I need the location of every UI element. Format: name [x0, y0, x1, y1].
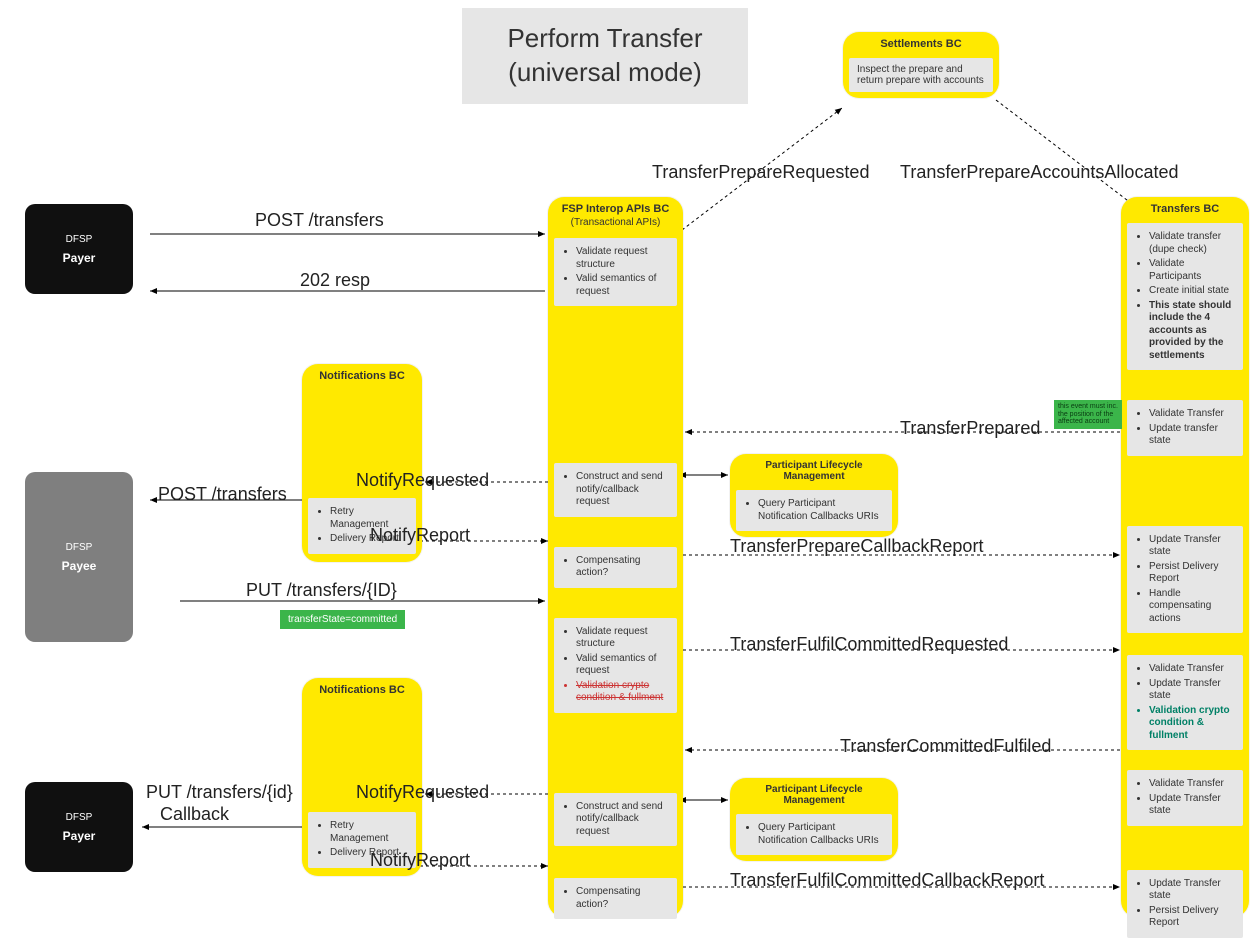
transfers-panel-5: Validate Transfer Update Transfer state — [1127, 770, 1243, 826]
actor-label: Payee — [62, 559, 97, 573]
participant-lifecycle-2: Participant Lifecycle Management Query P… — [730, 778, 898, 861]
actor-label: DFSP — [66, 812, 93, 823]
green-side-note: this event must inc. the position of the… — [1054, 400, 1122, 429]
actor-label: Payer — [63, 829, 96, 843]
item: Validate Transfer — [1149, 663, 1235, 676]
label-notify-requested-1: NotifyRequested — [356, 470, 489, 491]
item: Valid semantics of request — [576, 273, 669, 298]
transfers-panel-4: Validate Transfer Update Transfer state … — [1127, 655, 1243, 750]
item: Query Participant Notification Callbacks… — [758, 822, 884, 847]
fsp-panel-5: Construct and send notify/callback reque… — [554, 793, 677, 847]
item: Validation crypto condition & fullment — [576, 680, 669, 705]
notifications-bc-2: Notifications BC Retry Management Delive… — [302, 678, 422, 876]
actor-dfsp-payer-bottom: DFSP Payer — [25, 782, 133, 872]
item: Query Participant Notification Callbacks… — [758, 498, 884, 523]
fsp-panel-6: Compensating action? — [554, 878, 677, 919]
plm-panel: Query Participant Notification Callbacks… — [736, 814, 892, 855]
item: Update transfer state — [1149, 423, 1235, 448]
transfers-panel-6: Update Transfer state Persist Delivery R… — [1127, 870, 1243, 938]
transfers-panel-2: Validate Transfer Update transfer state — [1127, 400, 1243, 456]
fsp-panel-4: Validate request structure Valid semanti… — [554, 618, 677, 713]
item: Handle compensating actions — [1149, 588, 1235, 626]
label-transfer-prepare-accounts-allocated: TransferPrepareAccountsAllocated — [900, 162, 1178, 183]
item: Validate Transfer — [1149, 408, 1235, 421]
label-post-transfers: POST /transfers — [255, 210, 384, 231]
actor-label: DFSP — [66, 542, 93, 553]
item: Update Transfer state — [1149, 534, 1235, 559]
fsp-panel-1: Validate request structure Valid semanti… — [554, 238, 677, 306]
text: Inspect the prepare and return prepare w… — [857, 64, 984, 86]
label-notify-report-1: NotifyReport — [370, 525, 470, 546]
label-transfer-prepare-callback-report: TransferPrepareCallbackReport — [730, 536, 983, 557]
item: Validate request structure — [576, 246, 669, 271]
item: Validation crypto condition & fullment — [1149, 705, 1235, 743]
item: Validate Participants — [1149, 258, 1235, 283]
label-transfer-prepared: TransferPrepared — [900, 418, 1040, 439]
box-title: Notifications BC — [302, 364, 422, 384]
settlements-bc: Settlements BC Inspect the prepare and r… — [843, 32, 999, 98]
item: Update Transfer state — [1149, 678, 1235, 703]
label-202-resp: 202 resp — [300, 270, 370, 291]
label-transfer-fulfil-committed-requested: TransferFulfilCommittedRequested — [730, 634, 1008, 655]
box-title: Notifications BC — [302, 678, 422, 698]
label-transfer-committed-fulfilled: TransferCommittedFulfiled — [840, 736, 1051, 757]
item: Persist Delivery Report — [1149, 905, 1235, 930]
title-text: Perform Transfer (universal mode) — [507, 23, 702, 87]
fsp-panel-3: Compensating action? — [554, 547, 677, 588]
item: Create initial state — [1149, 285, 1235, 298]
box-title: Participant Lifecycle Management — [730, 454, 898, 484]
label-put-transfers-id-lc: PUT /transfers/{id} — [146, 782, 293, 803]
box-title: Participant Lifecycle Management — [730, 778, 898, 808]
label-transfer-fulfil-committed-callback-report: TransferFulfilCommittedCallbackReport — [730, 870, 1044, 891]
transfers-bc: Transfers BC Validate transfer (dupe che… — [1121, 197, 1249, 917]
actor-dfsp-payer-top: DFSP Payer — [25, 204, 133, 294]
item: Validate Transfer — [1149, 778, 1235, 791]
label-post-transfers-2: POST /transfers — [158, 484, 287, 505]
label-notify-requested-2: NotifyRequested — [356, 782, 489, 803]
item: Retry Management — [330, 820, 408, 845]
label-callback: Callback — [160, 804, 229, 825]
item: Update Transfer state — [1149, 878, 1235, 903]
box-title: FSP Interop APIs BC — [548, 197, 683, 217]
fsp-panel-2: Construct and send notify/callback reque… — [554, 463, 677, 517]
participant-lifecycle-1: Participant Lifecycle Management Query P… — [730, 454, 898, 537]
transfers-panel-1: Validate transfer (dupe check) Validate … — [1127, 223, 1243, 370]
item: Persist Delivery Report — [1149, 561, 1235, 586]
item: Update Transfer state — [1149, 793, 1235, 818]
item: Validate request structure — [576, 626, 669, 651]
item: Compensating action? — [576, 555, 669, 580]
actor-label: Payer — [63, 251, 96, 265]
label-put-transfers-id: PUT /transfers/{ID} — [246, 580, 397, 601]
fsp-interop-bc: FSP Interop APIs BC (Transactional APIs)… — [548, 197, 683, 917]
label-notify-report-2: NotifyReport — [370, 850, 470, 871]
plm-panel: Query Participant Notification Callbacks… — [736, 490, 892, 531]
settlements-body: Inspect the prepare and return prepare w… — [849, 58, 993, 92]
label-transfer-prepare-requested: TransferPrepareRequested — [652, 162, 869, 183]
box-subtitle: (Transactional APIs) — [548, 217, 683, 232]
item: Valid semantics of request — [576, 653, 669, 678]
diagram-title: Perform Transfer (universal mode) — [462, 8, 748, 104]
box-title: Transfers BC — [1121, 197, 1249, 217]
item: Compensating action? — [576, 886, 669, 911]
box-title: Settlements BC — [843, 32, 999, 52]
actor-dfsp-payee: DFSP Payee — [25, 472, 133, 642]
item: Construct and send notify/callback reque… — [576, 471, 669, 509]
item: Construct and send notify/callback reque… — [576, 801, 669, 839]
actor-label: DFSP — [66, 234, 93, 245]
item: Validate transfer (dupe check) — [1149, 231, 1235, 256]
item: This state should include the 4 accounts… — [1149, 300, 1235, 363]
transfers-panel-3: Update Transfer state Persist Delivery R… — [1127, 526, 1243, 634]
transfer-state-chip: transferState=committed — [280, 610, 405, 629]
